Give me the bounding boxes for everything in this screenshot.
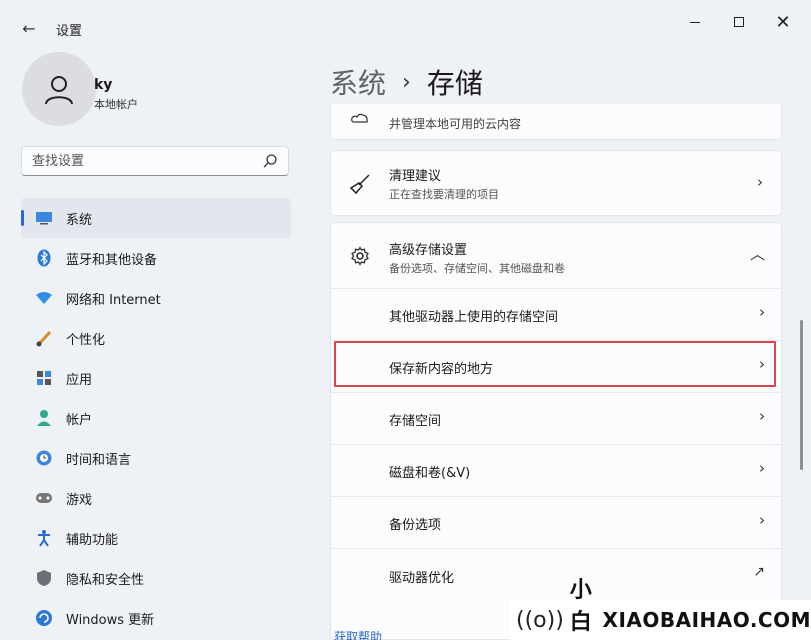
globe-clock-icon xyxy=(35,449,53,467)
chevron-right-icon: › xyxy=(759,407,765,425)
minimize-icon xyxy=(690,21,700,23)
update-icon xyxy=(35,609,53,627)
sidebar-item-label: 个性化 xyxy=(66,332,106,348)
cloud-content-subtitle: 并管理本地可用的云内容 xyxy=(389,117,522,131)
scrollbar[interactable] xyxy=(800,320,803,470)
search-icon xyxy=(263,154,277,168)
main-content: 并管理本地可用的云内容 清理建议 正在查找要清理的项目 › 高级存储设置 备份选… xyxy=(330,104,790,640)
radio-waves-icon: ((o)) xyxy=(516,607,564,633)
row-label: 备份选项 xyxy=(389,518,442,533)
person-icon xyxy=(45,76,73,105)
search-input[interactable] xyxy=(22,147,242,175)
app-title: 设置 xyxy=(56,24,83,39)
sidebar-item-windows-update[interactable]: Windows 更新 xyxy=(21,598,291,638)
sidebar-item-accounts[interactable]: 帐户 xyxy=(21,398,291,438)
broom-icon xyxy=(349,173,371,195)
sidebar-item-accessibility[interactable]: 辅助功能 xyxy=(21,518,291,558)
row-label: 磁盘和卷(&V) xyxy=(389,466,471,481)
chevron-right-icon: › xyxy=(759,511,765,529)
brush-icon xyxy=(35,329,53,347)
sidebar-item-gaming[interactable]: 游戏 xyxy=(21,478,291,518)
disks-volumes-row[interactable]: 磁盘和卷(&V) › xyxy=(331,445,783,495)
monitor-icon xyxy=(35,209,53,227)
page-title: 存储 xyxy=(426,67,483,100)
sidebar-item-label: 蓝牙和其他设备 xyxy=(66,252,158,268)
advanced-storage-title: 高级存储设置 xyxy=(389,243,468,258)
advanced-storage-subtitle: 备份选项、存储空间、其他磁盘和卷 xyxy=(389,262,565,275)
sidebar-item-label: 网络和 Internet xyxy=(66,292,161,308)
account-type: 本地帐户 xyxy=(94,98,138,111)
sidebar-item-label: 应用 xyxy=(66,372,93,388)
sidebar-item-bluetooth[interactable]: 蓝牙和其他设备 xyxy=(21,238,291,278)
person-icon xyxy=(35,409,53,427)
gear-icon xyxy=(349,245,371,267)
minimize-button[interactable] xyxy=(672,8,718,36)
avatar[interactable] xyxy=(22,52,96,126)
sidebar-nav: 系统 蓝牙和其他设备 网络和 Internet 个性化 应用 帐户 时间和语言 … xyxy=(21,198,291,638)
bluetooth-icon xyxy=(35,249,53,267)
sidebar-item-network[interactable]: 网络和 Internet xyxy=(21,278,291,318)
gamepad-icon xyxy=(35,489,53,507)
other-drives-storage-row[interactable]: 其他驱动器上使用的存储空间 › xyxy=(331,289,783,339)
storage-spaces-row[interactable]: 存储空间 › xyxy=(331,393,783,443)
chevron-right-icon: › xyxy=(402,69,411,95)
highlight-box xyxy=(334,341,776,387)
apps-icon xyxy=(35,369,53,387)
drive-optimization-row[interactable]: 驱动器优化 ↗ xyxy=(331,549,783,601)
shield-icon xyxy=(35,569,53,587)
accessibility-icon xyxy=(35,529,53,547)
watermark-url: XIAOBAIHAO.COM xyxy=(602,608,811,632)
back-arrow-icon: ← xyxy=(22,18,36,38)
maximize-icon xyxy=(734,17,744,27)
chevron-up-icon[interactable]: ︿ xyxy=(750,243,765,264)
advanced-storage-card: 高级存储设置 备份选项、存储空间、其他磁盘和卷 ︿ 其他驱动器上使用的存储空间 … xyxy=(330,222,783,640)
close-button[interactable]: ✕ xyxy=(760,8,806,36)
back-button[interactable]: ← xyxy=(14,14,44,42)
chevron-right-icon: › xyxy=(759,303,765,321)
sidebar-item-label: 系统 xyxy=(66,212,93,228)
maximize-button[interactable] xyxy=(716,8,762,36)
backup-options-row[interactable]: 备份选项 › xyxy=(331,497,783,547)
sidebar-item-privacy[interactable]: 隐私和安全性 xyxy=(21,558,291,598)
sidebar-item-label: 时间和语言 xyxy=(66,452,132,468)
sidebar-item-system[interactable]: 系统 xyxy=(21,198,291,238)
sidebar-item-label: Windows 更新 xyxy=(66,612,155,628)
user-name: ky xyxy=(94,77,113,93)
chevron-right-icon: › xyxy=(757,173,763,191)
sidebar-item-apps[interactable]: 应用 xyxy=(21,358,291,398)
external-link-icon: ↗ xyxy=(753,564,765,580)
title-bar: ← 设置 ✕ xyxy=(0,0,811,44)
cloud-content-card[interactable]: 并管理本地可用的云内容 xyxy=(330,104,782,140)
cleanup-card[interactable]: 清理建议 正在查找要清理的项目 › xyxy=(330,150,782,216)
cleanup-title: 清理建议 xyxy=(389,169,442,184)
close-icon: ✕ xyxy=(775,11,791,33)
sidebar-item-label: 帐户 xyxy=(66,412,93,428)
sidebar-item-time-language[interactable]: 时间和语言 xyxy=(21,438,291,478)
sidebar-item-personalization[interactable]: 个性化 xyxy=(21,318,291,358)
row-label: 其他驱动器上使用的存储空间 xyxy=(389,310,559,325)
cleanup-subtitle: 正在查找要清理的项目 xyxy=(389,188,499,201)
watermark-text: 小白号 xyxy=(569,578,592,635)
watermark: ((o)) 小白号 XIAOBAIHAO.COM xyxy=(510,578,811,640)
breadcrumb-parent[interactable]: 系统 xyxy=(330,62,386,102)
search-box[interactable] xyxy=(21,146,289,176)
row-label: 存储空间 xyxy=(389,414,442,429)
wifi-icon xyxy=(35,289,53,307)
get-help-link[interactable]: 获取帮助 xyxy=(334,628,382,640)
sidebar-item-label: 游戏 xyxy=(66,492,93,508)
breadcrumb: 系统 › 存储 xyxy=(330,62,483,102)
advanced-storage-header[interactable]: 高级存储设置 备份选项、存储空间、其他磁盘和卷 ︿ xyxy=(331,223,783,287)
chevron-right-icon: › xyxy=(759,459,765,477)
sidebar-item-label: 隐私和安全性 xyxy=(66,572,145,588)
row-label: 驱动器优化 xyxy=(389,571,455,586)
cloud-icon xyxy=(349,107,371,129)
sidebar-item-label: 辅助功能 xyxy=(66,532,119,548)
